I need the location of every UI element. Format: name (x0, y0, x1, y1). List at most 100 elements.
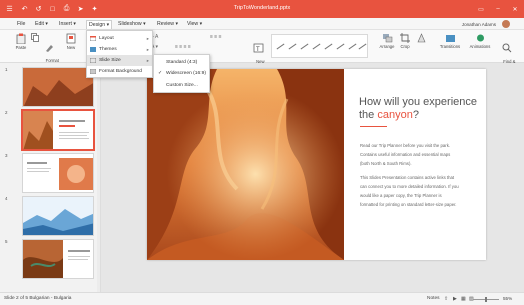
slide-2[interactable]: How will you experience the canyon? Read … (147, 69, 486, 260)
title-divider (360, 126, 387, 127)
line-shape-icon[interactable] (348, 43, 357, 50)
menu-edit[interactable]: Edit ▾ (33, 20, 50, 29)
body-line[interactable]: (both North & South Rims). (360, 160, 478, 169)
line-shape-icon[interactable] (300, 43, 309, 50)
slide-thumbnail-5[interactable] (22, 239, 94, 279)
slide-thumbnail-pane: 1 2 3 4 5 (0, 63, 101, 292)
chevron-right-icon: ▸ (146, 47, 149, 52)
line-shape-icon[interactable] (358, 43, 367, 50)
line-shape-icon[interactable] (288, 43, 297, 50)
text-box-icon: T (253, 43, 263, 53)
design-menu: Layout ▸ Themes ▸ Slide Size ▸ Format Backg… (86, 30, 153, 78)
minimize-icon[interactable]: – (491, 0, 505, 18)
arrange-icon (382, 34, 392, 43)
arrange-button[interactable]: Arrange (376, 33, 398, 49)
brush-icon (45, 45, 53, 52)
crop-button[interactable]: Crop (398, 33, 412, 49)
restore-icon[interactable]: ▭ (474, 0, 488, 18)
menu-item-themes[interactable]: Themes ▸ (87, 44, 152, 55)
align-icons[interactable]: ≡ ≡ ≡ ≡ (175, 44, 191, 50)
line-shape-icon[interactable] (336, 43, 345, 50)
notes-button[interactable]: Notes (427, 296, 440, 301)
menu-view[interactable]: View ▾ (185, 20, 204, 29)
thumbnail-number: 1 (5, 67, 8, 72)
chevron-right-icon: ▸ (146, 36, 149, 41)
menu-item-label: Themes (99, 47, 117, 52)
themes-icon (90, 47, 96, 52)
zoom-level[interactable]: 55% (503, 296, 512, 301)
menu-item-widescreen[interactable]: ✓ Widescreen (16:9) (154, 68, 209, 79)
menu-item-label: Custom Size... (166, 83, 198, 88)
line-shape-icon[interactable] (312, 43, 321, 50)
user-name: Jonathan Adams (461, 22, 496, 27)
slide-thumbnail-2[interactable] (21, 109, 95, 151)
slide-size-submenu: Standard (4:3) ✓ Widescreen (16:9) Custo… (153, 54, 210, 93)
menu-item-format-background[interactable]: Format Background (87, 66, 152, 77)
line-shape-icon[interactable] (324, 43, 333, 50)
body-line[interactable]: Read our Trip Planner before you visit t… (360, 142, 478, 151)
new-slide-label: New (66, 45, 76, 50)
title-bar: ☰ ↶ ↺ □ ⎙ ➤ ✦ TripToWonderland.pptx ▭ – … (0, 0, 524, 18)
format-icon-button[interactable] (416, 33, 426, 44)
slide-title[interactable]: How will you experience the canyon? (359, 96, 483, 122)
menu-item-label: Widescreen (16:9) (166, 71, 206, 76)
thumbnail-scrollbar[interactable] (97, 63, 100, 292)
canyon-photo[interactable] (147, 69, 344, 260)
slide-thumbnail-3[interactable] (22, 153, 94, 193)
thumbnail-number: 3 (5, 153, 8, 158)
copy-button[interactable] (30, 33, 40, 43)
menu-item-layout[interactable]: Layout ▸ (87, 33, 152, 44)
transitions-button[interactable]: Transitions (438, 33, 462, 49)
body-line[interactable]: would like a paper copy, the Trip Planne… (360, 192, 478, 201)
grid-view-icon[interactable]: ▦ (461, 296, 466, 302)
play-icon[interactable]: ▶ (453, 296, 457, 302)
thumbnail-number: 2 (5, 110, 8, 115)
arrange-label: Arrange (379, 44, 395, 49)
menu-item-label: Standard (4:3) (166, 60, 198, 65)
thumbnail-image (23, 197, 93, 235)
body-line[interactable]: Contains useful information and essentia… (360, 151, 478, 160)
thumbnail-image (23, 240, 93, 278)
copy-icon (31, 33, 39, 42)
close-icon[interactable]: ✕ (508, 0, 522, 18)
animations-button[interactable]: Animations (467, 33, 493, 49)
menu-insert[interactable]: Insert ▾ (57, 20, 78, 29)
body-line[interactable]: This Slides Presentation contains active… (360, 174, 478, 183)
new-slide-button[interactable]: New (64, 33, 78, 50)
menu-design[interactable]: Design ▾ (86, 20, 113, 29)
format-background-icon (90, 69, 96, 74)
slide-title-line1: How will you experience (359, 96, 477, 108)
menu-review[interactable]: Review ▾ (155, 20, 180, 29)
menu-file[interactable]: File (15, 20, 27, 29)
avatar[interactable] (502, 20, 510, 28)
thumbnail-image (23, 111, 93, 149)
ribbon-toolbar: Paste Format Painter New + A A ▾ ≡ ≡ ≡ ≡… (0, 30, 524, 69)
menu-item-label: Format Background (99, 69, 142, 74)
menu-item-slide-size[interactable]: Slide Size ▸ (87, 55, 152, 66)
list-icons[interactable]: ≡ ≡ ≡ (210, 34, 222, 40)
menu-slideshow[interactable]: Slideshow ▾ (116, 20, 148, 29)
search-icon (502, 43, 512, 53)
line-shape-icon[interactable] (276, 43, 285, 50)
menu-item-standard[interactable]: Standard (4:3) (154, 57, 209, 68)
slide-thumbnail-4[interactable] (22, 196, 94, 236)
menu-item-label: Slide Size (99, 58, 121, 63)
paste-button[interactable]: Paste (14, 33, 28, 50)
body-line[interactable]: can connect you to more detailed informa… (360, 183, 478, 192)
menu-item-label: Layout (99, 36, 114, 41)
slide-size-icon (90, 58, 96, 63)
menu-item-custom-size[interactable]: Custom Size... (154, 80, 209, 91)
slide-title-the: the (359, 109, 378, 121)
slide-thumbnail-1[interactable] (22, 67, 94, 107)
menu-bar: File Edit ▾ Insert ▾ Design ▾ Slideshow … (0, 18, 524, 30)
body-line[interactable]: formatted for printing on standard lette… (360, 201, 478, 210)
thumbnail-image (23, 154, 93, 192)
document-title: TripToWonderland.pptx (233, 5, 291, 11)
notes-arrow-icon[interactable]: ⇧ (444, 296, 448, 302)
shapes-gallery[interactable] (271, 34, 368, 58)
transitions-icon (445, 35, 455, 42)
format-shape-icon (417, 33, 425, 43)
thumbnail-number: 5 (5, 239, 8, 244)
zoom-slider-handle[interactable] (485, 297, 487, 302)
thumbnail-number: 4 (5, 196, 8, 201)
